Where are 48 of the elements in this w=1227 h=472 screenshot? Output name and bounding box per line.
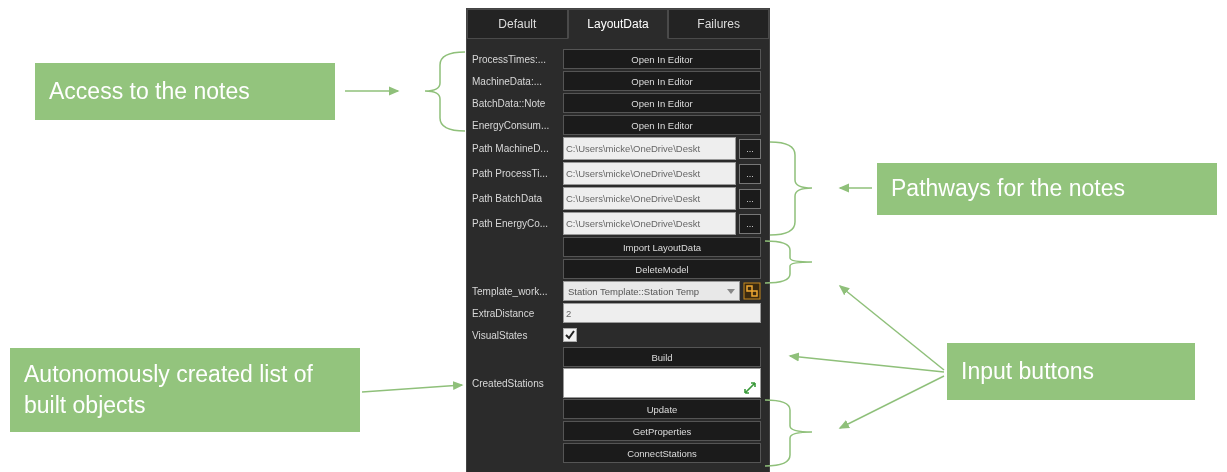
annotation-arrow: [344, 86, 400, 96]
property-label: Path ProcessTi...: [472, 168, 549, 179]
annotation-brace: [764, 240, 813, 284]
template-dropdown[interactable]: Station Template::Station Temp: [563, 281, 740, 301]
caret-icon: [727, 288, 735, 294]
browse-button[interactable]: ...: [739, 188, 761, 209]
checkbox[interactable]: [563, 328, 577, 342]
property-label: Template_work...: [472, 285, 549, 297]
path-field[interactable]: C:\Users\micke\OneDrive\Deskt: [563, 162, 736, 185]
expand-icon[interactable]: [744, 382, 756, 394]
node-picker-icon[interactable]: [743, 282, 761, 300]
browse-button[interactable]: ...: [739, 213, 761, 234]
property-label: ExtraDistance: [472, 307, 536, 319]
callout-label: Access to the notes: [35, 63, 335, 120]
action-button[interactable]: DeleteModel: [563, 259, 761, 279]
path-field[interactable]: C:\Users\micke\OneDrive\Deskt: [563, 212, 736, 235]
action-button[interactable]: Build: [563, 347, 761, 367]
stations-list[interactable]: [563, 368, 761, 398]
property-label: EnergyConsum...: [472, 119, 551, 131]
tab[interactable]: Failures: [668, 9, 769, 39]
browse-button[interactable]: ...: [739, 163, 761, 184]
annotation-arrow: [838, 183, 873, 193]
property-label: Path EnergyCo...: [472, 218, 550, 229]
property-label: Path BatchData: [472, 193, 544, 204]
action-button[interactable]: Import LayoutData: [563, 237, 761, 257]
open-editor-button[interactable]: Open In Editor: [563, 93, 761, 113]
action-button[interactable]: ConnectStations: [563, 443, 761, 463]
property-label: MachineData:...: [472, 75, 544, 87]
tab[interactable]: Default: [467, 9, 568, 39]
annotation-brace: [764, 399, 813, 467]
callout-label: Pathways for the notes: [877, 163, 1217, 215]
browse-button[interactable]: ...: [739, 138, 761, 159]
open-editor-button[interactable]: Open In Editor: [563, 115, 761, 135]
path-field[interactable]: C:\Users\micke\OneDrive\Deskt: [563, 187, 736, 210]
action-button[interactable]: Update: [563, 399, 761, 419]
open-editor-button[interactable]: Open In Editor: [563, 49, 761, 69]
property-label: Path MachineD...: [472, 143, 550, 154]
distance-field[interactable]: 2: [563, 303, 761, 323]
callout-label: Input buttons: [947, 343, 1195, 400]
property-label: ProcessTimes:...: [472, 53, 548, 65]
open-editor-button[interactable]: Open In Editor: [563, 71, 761, 91]
property-label: VisualStates: [472, 329, 529, 341]
property-label: CreatedStations: [472, 377, 545, 389]
path-field[interactable]: C:\Users\micke\OneDrive\Deskt: [563, 137, 736, 160]
tab[interactable]: LayoutData: [567, 9, 669, 39]
callout-label: Autonomously created list of built objects: [10, 348, 360, 432]
property-label: BatchData::Note: [472, 97, 547, 109]
action-button[interactable]: GetProperties: [563, 421, 761, 441]
